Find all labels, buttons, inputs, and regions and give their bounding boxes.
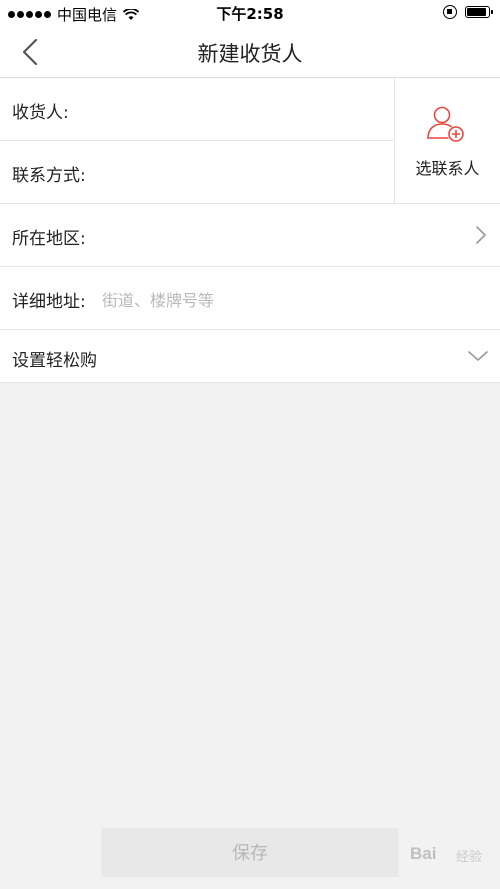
receiver-label: 收货人: (12, 103, 69, 123)
screen: 中国电信 下午2:58 新建收货人 收货人: 联系方式: 选联系人 所在地区: … (0, 0, 500, 889)
pick-contact-button[interactable]: 选联系人 (394, 78, 500, 203)
region-label: 所在地区: (12, 229, 86, 249)
nav-bar: 新建收货人 (0, 26, 500, 78)
easy-buy-label: 设置轻松购 (12, 351, 97, 371)
chevron-right-icon (476, 226, 486, 244)
status-time: 下午2:58 (216, 5, 284, 23)
save-button[interactable]: 保存 (101, 828, 399, 877)
address-form: 收货人: 联系方式: 选联系人 所在地区: 详细地址: 街道、楼牌号等 设置轻松… (0, 78, 500, 383)
add-contact-icon (427, 106, 464, 142)
status-bar: 中国电信 下午2:58 (0, 0, 500, 26)
page-title: 新建收货人 (197, 42, 303, 66)
contact-block: 收货人: 联系方式: 选联系人 (0, 78, 500, 204)
detail-address-input[interactable] (100, 284, 484, 316)
phone-row[interactable]: 联系方式: (0, 141, 404, 204)
detail-address-row: 详细地址: (0, 267, 500, 330)
detail-address-label: 详细地址: (12, 292, 86, 312)
easy-buy-row[interactable]: 设置轻松购 (0, 330, 500, 383)
chevron-down-icon (468, 351, 488, 361)
receiver-input[interactable] (100, 92, 384, 128)
watermark-sub: 经验 (456, 850, 483, 865)
phone-label: 联系方式: (12, 166, 86, 186)
status-right (443, 5, 493, 19)
phone-input[interactable] (120, 155, 404, 191)
rotation-lock-icon (443, 5, 457, 19)
region-row[interactable]: 所在地区: (0, 204, 500, 267)
watermark-text: Bai (410, 844, 437, 863)
battery-icon (465, 6, 493, 18)
receiver-row[interactable]: 收货人: (0, 78, 394, 141)
pick-contact-label: 选联系人 (415, 159, 480, 178)
watermark: Bai 经验 (410, 834, 488, 876)
